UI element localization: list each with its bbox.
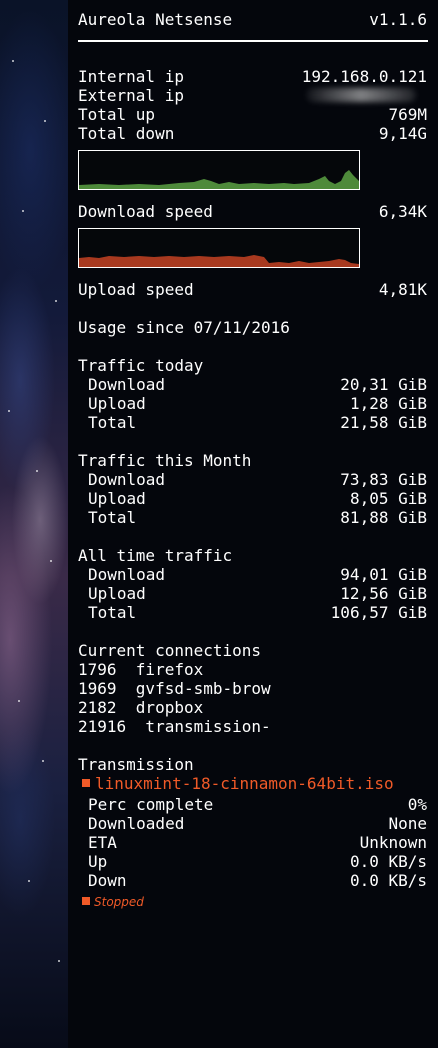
today-download-value: 20,31 GiB	[340, 375, 427, 394]
total-up-value: 769M	[388, 105, 427, 124]
today-upload-value: 1,28 GiB	[349, 394, 427, 413]
app-version: v1.1.6	[369, 10, 427, 29]
month-upload-label: Upload	[88, 489, 146, 508]
external-ip-redacted	[306, 88, 416, 102]
torrent-file-name: linuxmint-18-cinnamon-64bit.iso	[95, 774, 394, 793]
eta-label: ETA	[88, 833, 117, 852]
internal-ip-value: 192.168.0.121	[301, 67, 427, 86]
total-down-value: 9,14G	[378, 124, 427, 143]
connections-title: Current connections	[78, 641, 262, 660]
upload-speed-value: 4,81K	[378, 280, 427, 299]
app-title: Aureola Netsense	[78, 10, 233, 29]
upload-graph	[78, 228, 360, 268]
month-download-value: 73,83 GiB	[340, 470, 427, 489]
desktop-wallpaper	[0, 0, 68, 1048]
download-speed-label: Download speed	[78, 202, 213, 221]
all-download-value: 94,01 GiB	[340, 565, 427, 584]
total-down-label: Total down	[78, 124, 175, 143]
downloaded-label: Downloaded	[88, 814, 185, 833]
torrent-status: Stopped	[94, 895, 144, 909]
all-total-label: Total	[88, 603, 137, 622]
today-download-label: Download	[88, 375, 166, 394]
download-graph-area	[79, 170, 359, 189]
total-up-label: Total up	[78, 105, 156, 124]
today-total-value: 21,58 GiB	[340, 413, 427, 432]
torrent-bullet-icon	[82, 779, 90, 787]
transmission-title: Transmission	[78, 755, 194, 774]
month-total-value: 81,88 GiB	[340, 508, 427, 527]
internal-ip-label: Internal ip	[78, 67, 184, 86]
today-total-label: Total	[88, 413, 137, 432]
upload-graph-area	[79, 255, 359, 267]
today-upload-label: Upload	[88, 394, 146, 413]
download-speed-value: 6,34K	[378, 202, 427, 221]
up-rate-value: 0.0 KB/s	[349, 852, 427, 871]
status-bullet-icon	[82, 897, 90, 905]
all-download-label: Download	[88, 565, 166, 584]
eta-value: Unknown	[359, 833, 427, 852]
traffic-all-title: All time traffic	[78, 546, 233, 565]
upload-speed-label: Upload speed	[78, 280, 194, 299]
down-rate-label: Down	[88, 871, 127, 890]
usage-since: Usage since 07/11/2016	[78, 318, 290, 337]
header-divider	[78, 40, 428, 42]
connection-row: 21916 transmission-	[78, 717, 271, 736]
month-total-label: Total	[88, 508, 137, 527]
perc-complete-value: 0%	[407, 795, 427, 814]
download-graph	[78, 150, 360, 190]
downloaded-value: None	[388, 814, 427, 833]
connection-row: 2182 dropbox	[78, 698, 204, 717]
all-upload-value: 12,56 GiB	[340, 584, 427, 603]
month-upload-value: 8,05 GiB	[349, 489, 427, 508]
month-download-label: Download	[88, 470, 166, 489]
traffic-month-title: Traffic this Month	[78, 451, 252, 470]
traffic-today-title: Traffic today	[78, 356, 204, 375]
perc-complete-label: Perc complete	[88, 795, 214, 814]
all-total-value: 106,57 GiB	[330, 603, 427, 622]
down-rate-value: 0.0 KB/s	[349, 871, 427, 890]
external-ip-label: External ip	[78, 86, 184, 105]
connection-row: 1969 gvfsd-smb-brow	[78, 679, 271, 698]
up-rate-label: Up	[88, 852, 108, 871]
connection-row: 1796 firefox	[78, 660, 204, 679]
all-upload-label: Upload	[88, 584, 146, 603]
